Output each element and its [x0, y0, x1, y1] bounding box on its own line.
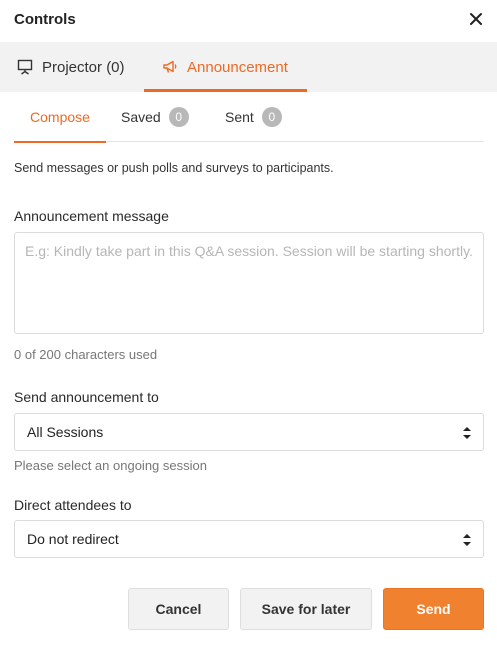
- direct-attendees-label: Direct attendees to: [14, 497, 132, 513]
- compose-description: Send messages or push polls and surveys …: [14, 161, 334, 175]
- sub-tab-bar: Compose Saved 0 Sent 0: [14, 92, 484, 143]
- send-to-label: Send announcement to: [14, 389, 159, 405]
- projector-icon: [17, 59, 33, 75]
- session-hint: Please select an ongoing session: [14, 458, 207, 473]
- panel-title: Controls: [14, 11, 76, 28]
- main-tab-bar: Projector (0) Announcement: [0, 42, 497, 92]
- tab-sent-label: Sent: [225, 109, 254, 125]
- panel-header: Controls: [0, 0, 497, 42]
- tab-projector[interactable]: Projector (0): [17, 42, 125, 92]
- tab-saved[interactable]: Saved 0: [121, 92, 189, 142]
- direct-attendees-select[interactable]: Do not redirect: [14, 520, 484, 558]
- tab-announcement-label: Announcement: [187, 58, 288, 76]
- send-to-selected-value: All Sessions: [27, 424, 104, 440]
- send-to-select[interactable]: All Sessions: [14, 413, 484, 451]
- save-for-later-button[interactable]: Save for later: [240, 588, 372, 630]
- send-button[interactable]: Send: [383, 588, 484, 630]
- tab-projector-label: Projector (0): [42, 58, 125, 76]
- announcement-message-input[interactable]: [14, 232, 484, 334]
- tab-compose[interactable]: Compose: [14, 92, 106, 143]
- close-icon[interactable]: [467, 10, 485, 28]
- cancel-button[interactable]: Cancel: [128, 588, 229, 630]
- tab-announcement[interactable]: Announcement: [144, 42, 307, 92]
- select-arrows-icon: [463, 534, 471, 546]
- tab-compose-label: Compose: [30, 109, 90, 125]
- character-count: 0 of 200 characters used: [14, 347, 158, 362]
- select-arrows-icon: [463, 427, 471, 439]
- message-label: Announcement message: [14, 208, 169, 224]
- tab-saved-label: Saved: [121, 109, 161, 125]
- direct-selected-value: Do not redirect: [27, 531, 119, 547]
- megaphone-icon: [163, 60, 177, 73]
- saved-count-badge: 0: [168, 107, 189, 127]
- sent-count-badge: 0: [261, 107, 282, 127]
- tab-sent[interactable]: Sent 0: [225, 92, 282, 142]
